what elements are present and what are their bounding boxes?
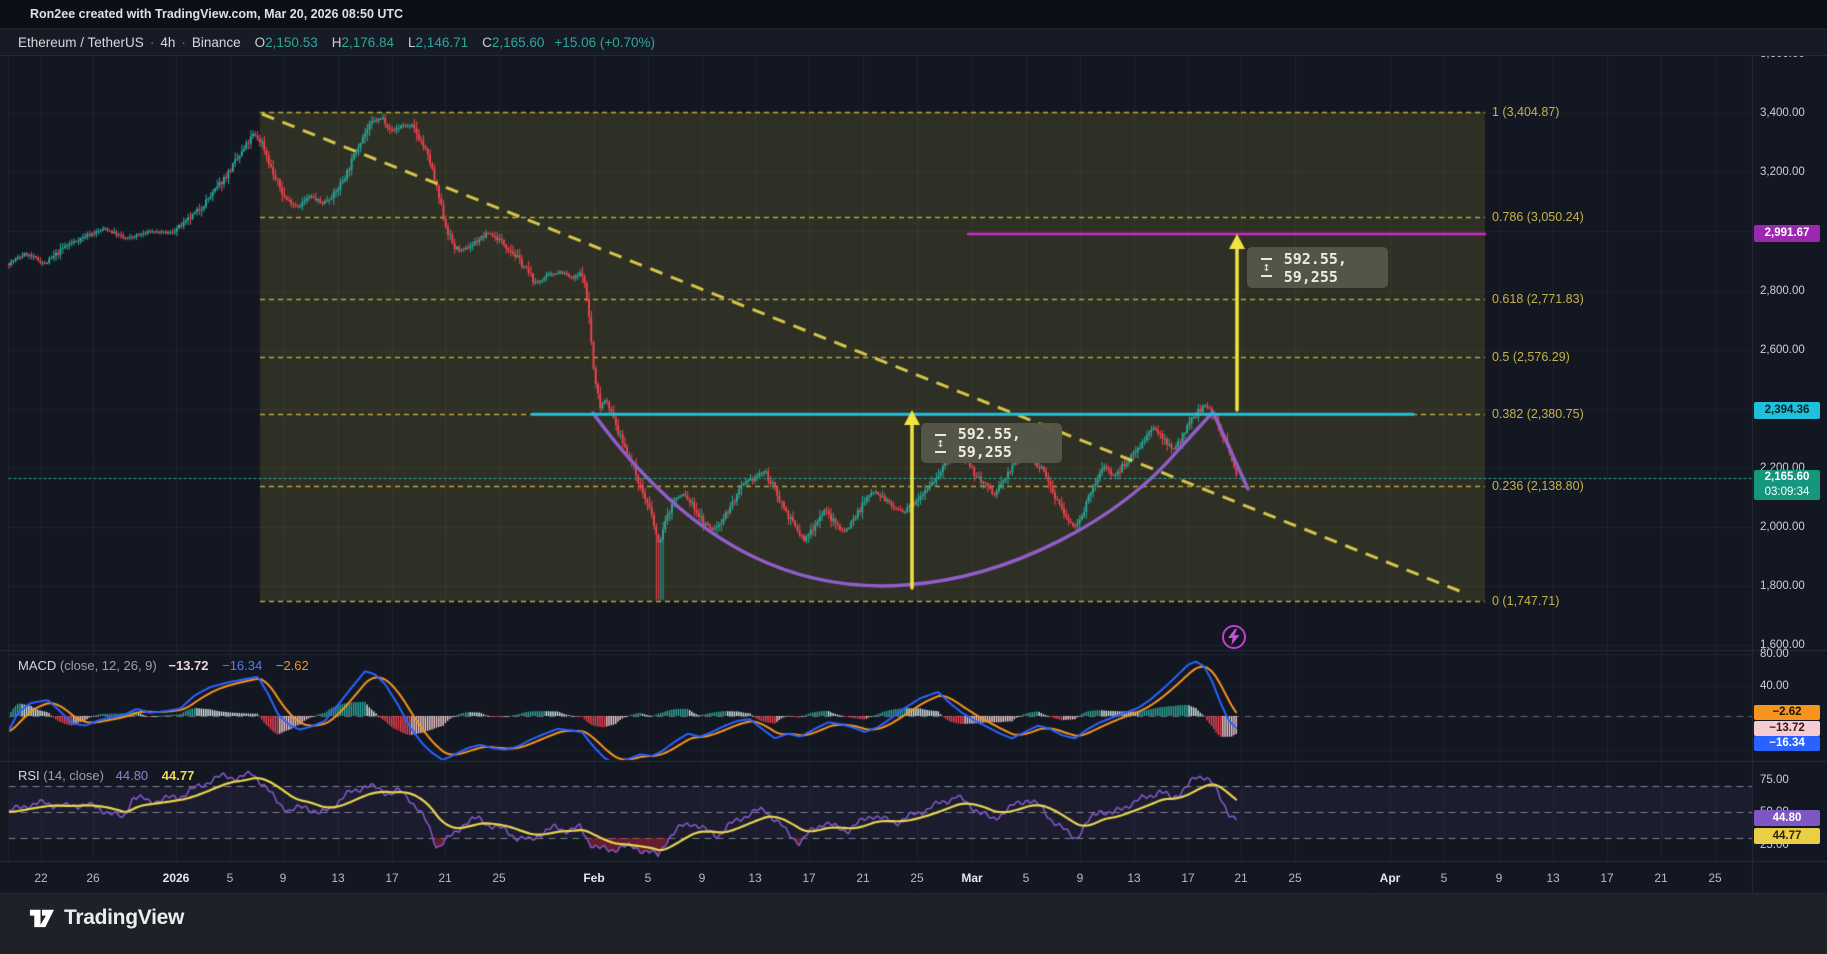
macd-badge: −2.62 bbox=[1754, 705, 1820, 720]
time-axis-label: 13 bbox=[331, 871, 344, 885]
measure-label-2[interactable]: ↕ 592.55, 59,255 bbox=[1247, 247, 1388, 288]
macd-legend: MACD (close, 12, 26, 9) −13.72 −16.34 −2… bbox=[18, 658, 309, 674]
price-axis-label: 3,400.00 bbox=[1760, 106, 1805, 120]
lightning-icon bbox=[1228, 629, 1240, 645]
rsi-axis-label: 75.00 bbox=[1760, 773, 1789, 787]
chart-canvas[interactable] bbox=[0, 0, 1827, 954]
time-axis-label: 9 bbox=[280, 871, 287, 885]
time-axis-label: 9 bbox=[1496, 871, 1503, 885]
measure-text: 592.55, 59,255 bbox=[1284, 250, 1374, 286]
macd-line-value: −16.34 bbox=[222, 658, 262, 673]
time-axis-label: 5 bbox=[1441, 871, 1448, 885]
macd-axis-label: 40.00 bbox=[1760, 679, 1789, 693]
time-axis-label: 5 bbox=[1023, 871, 1030, 885]
last-price: 2,165.60 bbox=[1754, 470, 1820, 485]
measure-text: 592.55, 59,255 bbox=[958, 425, 1048, 461]
measure-label-1[interactable]: ↕ 592.55, 59,255 bbox=[921, 423, 1062, 463]
bar-countdown: 03:09:34 bbox=[1754, 485, 1820, 500]
price-badge-resistance: 2,394.36 bbox=[1754, 402, 1820, 419]
price-axis-label: 3,200.00 bbox=[1760, 165, 1805, 179]
time-axis-label: 9 bbox=[1077, 871, 1084, 885]
macd-badge: −16.34 bbox=[1754, 736, 1820, 751]
measure-icon: ↕ bbox=[1261, 258, 1272, 277]
rsi-value: 44.80 bbox=[116, 768, 149, 783]
top-attribution-bar: Ron2ee created with TradingView.com, Mar… bbox=[0, 0, 1827, 29]
interval-label[interactable]: 4h bbox=[160, 35, 175, 50]
price-badge-target: 2,991.67 bbox=[1754, 225, 1820, 242]
time-axis-label: 25 bbox=[492, 871, 505, 885]
symbol-title[interactable]: Ethereum / TetherUS bbox=[18, 35, 144, 50]
macd-title[interactable]: MACD bbox=[18, 658, 56, 673]
time-axis-label: 17 bbox=[1181, 871, 1194, 885]
fib-level-label: 1 (3,404.87) bbox=[1492, 105, 1559, 119]
time-axis-label: Apr bbox=[1380, 871, 1401, 885]
time-axis-label: Feb bbox=[583, 871, 604, 885]
tradingview-chart-window: Ron2ee created with TradingView.com, Mar… bbox=[0, 0, 1827, 954]
time-axis-label: 5 bbox=[227, 871, 234, 885]
time-axis-label: 25 bbox=[910, 871, 923, 885]
price-axis-label: 2,600.00 bbox=[1760, 343, 1805, 357]
time-axis-label: 13 bbox=[748, 871, 761, 885]
time-axis-label: 9 bbox=[699, 871, 706, 885]
price-axis-label: 2,800.00 bbox=[1760, 284, 1805, 298]
rsi-badge: 44.80 bbox=[1754, 810, 1820, 826]
close-label: C bbox=[482, 35, 492, 50]
high-value: 2,176.84 bbox=[341, 35, 394, 50]
time-axis-label: 25 bbox=[1708, 871, 1721, 885]
time-axis-label: 25 bbox=[1288, 871, 1301, 885]
high-label: H bbox=[332, 35, 342, 50]
symbol-info-bar: Ethereum / TetherUS · 4h · Binance O2,150.53 H… bbox=[0, 29, 1827, 56]
price-badge-last: 2,165.60 03:09:34 bbox=[1754, 470, 1820, 500]
time-axis-label: 21 bbox=[1654, 871, 1667, 885]
fib-level-label: 0.5 (2,576.29) bbox=[1492, 350, 1570, 364]
time-axis-label: 21 bbox=[438, 871, 451, 885]
rsi-badge: 44.77 bbox=[1754, 828, 1820, 844]
low-label: L bbox=[408, 35, 416, 50]
macd-axis-label: 80.00 bbox=[1760, 647, 1789, 661]
rsi-legend: RSI (14, close) 44.80 44.77 bbox=[18, 768, 194, 784]
time-axis-label: Mar bbox=[961, 871, 982, 885]
low-value: 2,146.71 bbox=[416, 35, 469, 50]
macd-params: (close, 12, 26, 9) bbox=[60, 658, 157, 673]
time-axis-label: 21 bbox=[1234, 871, 1247, 885]
macd-signal-value: −2.62 bbox=[276, 658, 309, 673]
macd-hist-value: −13.72 bbox=[168, 658, 208, 673]
time-axis-label: 2026 bbox=[163, 871, 190, 885]
price-axis-label: 1,800.00 bbox=[1760, 579, 1805, 593]
rsi-params: (14, close) bbox=[43, 768, 104, 783]
time-axis-label: 17 bbox=[802, 871, 815, 885]
attribution-text: Ron2ee created with TradingView.com, Mar… bbox=[30, 7, 403, 21]
time-axis-label: 17 bbox=[385, 871, 398, 885]
fib-level-label: 0.618 (2,771.83) bbox=[1492, 292, 1584, 306]
lightning-button[interactable] bbox=[1222, 625, 1246, 649]
time-axis-label: 13 bbox=[1127, 871, 1140, 885]
time-axis-label: 5 bbox=[645, 871, 652, 885]
tradingview-logo-text: TradingView bbox=[64, 906, 184, 930]
tradingview-logo[interactable]: TradingView bbox=[28, 905, 184, 930]
fib-level-label: 0.236 (2,138.80) bbox=[1492, 479, 1584, 493]
macd-badge: −13.72 bbox=[1754, 721, 1820, 736]
separator-dot: · bbox=[150, 35, 155, 50]
fib-level-label: 0 (1,747.71) bbox=[1492, 594, 1559, 608]
tradingview-logo-icon bbox=[28, 905, 55, 930]
measure-icon: ↕ bbox=[935, 434, 946, 453]
time-axis-label: 26 bbox=[86, 871, 99, 885]
bottom-toolbar: TradingView bbox=[0, 894, 1827, 954]
fib-level-label: 0.382 (2,380.75) bbox=[1492, 407, 1584, 421]
rsi-title[interactable]: RSI bbox=[18, 768, 40, 783]
rsi-ma-value: 44.77 bbox=[162, 768, 195, 783]
time-axis-label: 13 bbox=[1546, 871, 1559, 885]
change-value: +15.06 (+0.70%) bbox=[554, 35, 655, 50]
time-axis-label: 17 bbox=[1600, 871, 1613, 885]
time-axis-label: 21 bbox=[856, 871, 869, 885]
fib-level-label: 0.786 (3,050.24) bbox=[1492, 210, 1584, 224]
exchange-label[interactable]: Binance bbox=[192, 35, 241, 50]
separator-dot: · bbox=[181, 35, 186, 50]
time-axis-label: 22 bbox=[34, 871, 47, 885]
price-axis-label: 2,000.00 bbox=[1760, 520, 1805, 534]
open-value: 2,150.53 bbox=[265, 35, 318, 50]
close-value: 2,165.60 bbox=[492, 35, 545, 50]
open-label: O bbox=[255, 35, 266, 50]
